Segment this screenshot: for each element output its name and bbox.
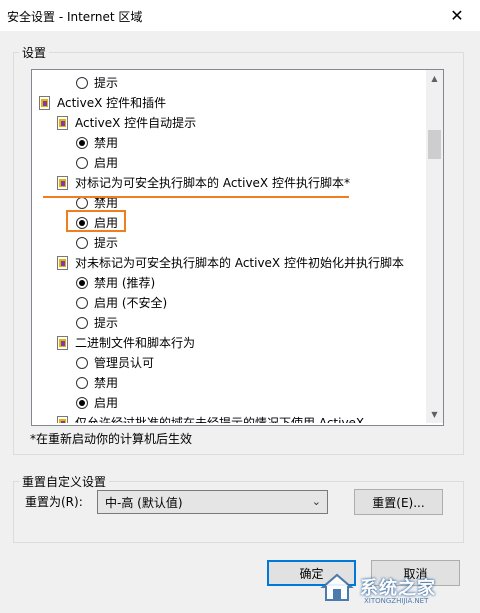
security-level-select[interactable]: 中-高 (默认值) ⌄ [97, 490, 328, 514]
vertical-scrollbar[interactable]: ▲ ▼ [426, 70, 443, 423]
option-label: 启用 (不安全) [94, 296, 168, 310]
watermark-subtext: XITONGZHIJIA.NET [364, 597, 429, 605]
option-label: 提示 [94, 236, 119, 250]
radio-button[interactable] [76, 77, 88, 89]
radio-button[interactable] [76, 317, 88, 329]
reset-group-label: 重置自定义设置 [19, 473, 110, 490]
settings-group-label: 设置 [19, 44, 50, 61]
highlight-underline [43, 196, 349, 198]
settings-doc-icon [57, 416, 68, 423]
tree-option[interactable]: 禁用 (推荐) [76, 273, 155, 293]
tree-option[interactable]: 禁用 [76, 133, 118, 153]
tree-option[interactable]: 提示 [76, 73, 118, 93]
tree-setting[interactable]: 对未标记为可安全执行脚本的 ActiveX 控件初始化并执行脚本 [57, 253, 404, 273]
option-label: 启用 [94, 156, 119, 170]
setting-label: 仅允许经过批准的域在未经提示的情况下使用 ActiveX [75, 416, 365, 423]
option-label: 禁用 [94, 376, 119, 390]
settings-doc-icon [57, 176, 68, 190]
scroll-down-icon[interactable]: ▼ [426, 406, 443, 423]
tree-option[interactable]: 启用 [76, 393, 118, 413]
tree-setting[interactable]: 对标记为可安全执行脚本的 ActiveX 控件执行脚本* [57, 173, 350, 193]
highlight-box [66, 210, 126, 232]
tree-option[interactable]: 提示 [76, 313, 118, 333]
setting-label: 对未标记为可安全执行脚本的 ActiveX 控件初始化并执行脚本 [75, 256, 404, 270]
setting-label: 对标记为可安全执行脚本的 ActiveX 控件执行脚本* [75, 176, 350, 190]
settings-doc-icon [39, 96, 50, 110]
settings-tree[interactable]: 提示 ActiveX 控件和插件 ActiveX 控件自动提示 禁用 启用 对标… [31, 69, 444, 426]
option-label: 提示 [94, 316, 119, 330]
tree-option[interactable]: 禁用 [76, 373, 118, 393]
selected-level: 中-高 (默认值) [105, 495, 183, 510]
tree-option[interactable]: 管理员认可 [76, 353, 154, 373]
watermark-house-icon [320, 573, 354, 601]
radio-button[interactable] [76, 357, 88, 369]
radio-button[interactable] [76, 377, 88, 389]
radio-button[interactable] [76, 197, 88, 209]
setting-label: 二进制文件和脚本行为 [75, 336, 196, 350]
option-label: 禁用 [94, 136, 119, 150]
tree-option[interactable]: 提示 [76, 233, 118, 253]
settings-tree-content: 提示 ActiveX 控件和插件 ActiveX 控件自动提示 禁用 启用 对标… [32, 70, 425, 423]
reset-button[interactable]: 重置(E)... [354, 489, 443, 515]
tree-category[interactable]: ActiveX 控件和插件 [39, 93, 166, 113]
radio-button-selected[interactable] [76, 397, 88, 409]
restart-note: *在重新启动你的计算机后生效 [30, 432, 193, 446]
radio-button[interactable] [76, 297, 88, 309]
settings-doc-icon [57, 336, 68, 350]
option-label: 提示 [94, 76, 119, 90]
option-label: 启用 [94, 396, 119, 410]
option-label: 禁用 (推荐) [94, 276, 156, 290]
close-button[interactable]: ✕ [434, 0, 480, 31]
tree-option[interactable]: 启用 (不安全) [76, 293, 167, 313]
setting-label: ActiveX 控件自动提示 [75, 116, 197, 130]
scroll-up-icon[interactable]: ▲ [426, 70, 443, 87]
watermark-logo: 系统之家 XITONGZHIJIA.NET [320, 564, 478, 610]
radio-button[interactable] [76, 157, 88, 169]
title-bar: 安全设置 - Internet 区域 ✕ [0, 0, 480, 31]
settings-doc-icon [57, 116, 68, 130]
tree-setting[interactable]: ActiveX 控件自动提示 [57, 113, 196, 133]
chevron-down-icon: ⌄ [311, 495, 321, 508]
radio-button[interactable] [76, 237, 88, 249]
radio-button-selected[interactable] [76, 137, 88, 149]
reset-to-label: 重置为(R): [25, 495, 83, 509]
radio-button-selected[interactable] [76, 277, 88, 289]
tree-setting[interactable]: 二进制文件和脚本行为 [57, 333, 195, 353]
category-label: ActiveX 控件和插件 [57, 96, 167, 110]
close-icon: ✕ [450, 6, 464, 25]
tree-option[interactable]: 启用 [76, 153, 118, 173]
scrollbar-thumb[interactable] [428, 130, 441, 159]
window-title: 安全设置 - Internet 区域 [7, 10, 143, 24]
tree-setting[interactable]: 仅允许经过批准的域在未经提示的情况下使用 ActiveX [57, 413, 364, 423]
settings-doc-icon [57, 256, 68, 270]
option-label: 管理员认可 [94, 356, 155, 370]
